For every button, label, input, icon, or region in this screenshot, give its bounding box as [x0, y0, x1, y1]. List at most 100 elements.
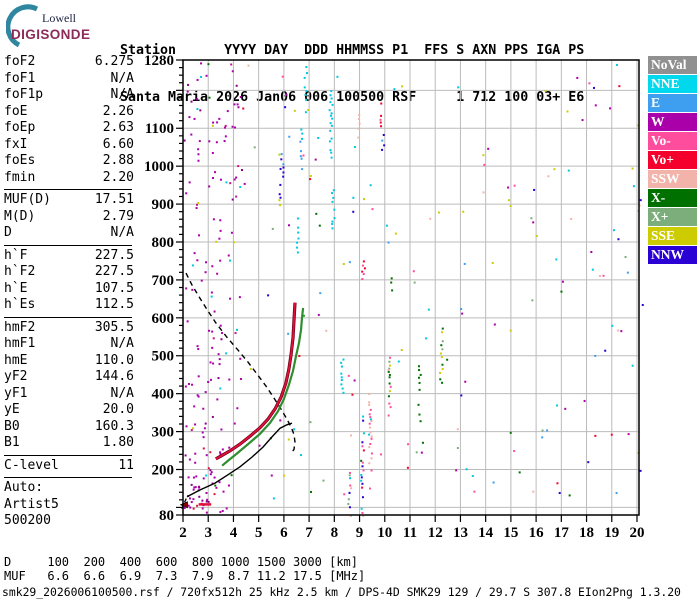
param-row-hmf2: hmF2 305.5 — [4, 320, 134, 337]
svg-text:9: 9 — [356, 525, 364, 541]
param-label: foE — [4, 103, 28, 119]
legend-item-vo: Vo+ — [648, 151, 697, 169]
param-row-fof1p: foF1p N/A — [4, 87, 134, 104]
footer-d-line: D 100 200 400 600 800 1000 1500 3000 [km… — [4, 555, 359, 569]
legend-item-w: W — [648, 113, 697, 131]
param-value: 17.51 — [94, 192, 134, 207]
divider — [4, 477, 132, 478]
svg-text:8: 8 — [331, 525, 339, 541]
divider — [4, 316, 132, 318]
param-value: 1.80 — [102, 435, 134, 450]
param-label: yE — [4, 402, 20, 417]
param-label: foF2 — [4, 54, 36, 69]
param-row-clevel: C-level 11 — [4, 458, 134, 475]
param-label: fxI — [4, 136, 28, 152]
legend-item-vo: Vo- — [648, 132, 697, 150]
param-label: yF2 — [4, 369, 28, 384]
param-row-hmf1: hmF1 N/A — [4, 336, 134, 353]
svg-text:19: 19 — [604, 525, 619, 541]
svg-text:17: 17 — [554, 525, 570, 541]
divider — [4, 244, 132, 246]
param-label: hmF1 — [4, 336, 36, 351]
param-value: 227.5 — [94, 264, 134, 279]
logo-lowell-text: Lowell — [42, 11, 76, 25]
lowell-digisonde-logo: Lowell DIGISONDE — [5, 4, 118, 50]
param-value: N/A — [110, 70, 134, 86]
param-value: 110.0 — [94, 352, 134, 368]
svg-text:20: 20 — [629, 525, 644, 541]
param-value: 305.5 — [94, 319, 134, 335]
param-row-yf2: yF2 144.6 — [4, 369, 134, 386]
param-label: M(D) — [4, 208, 36, 224]
param-label: yF1 — [4, 385, 28, 401]
svg-text:200: 200 — [152, 462, 175, 478]
param-label: h`Es — [4, 297, 36, 312]
param-label: B0 — [4, 418, 20, 434]
svg-text:900: 900 — [152, 197, 175, 213]
param-row-fof2: foF2 6.275 — [4, 54, 134, 71]
param-label: fmin — [4, 169, 36, 185]
legend-item-nnw: NNW — [648, 246, 697, 264]
svg-text:4: 4 — [230, 525, 238, 541]
svg-text:6: 6 — [280, 525, 288, 541]
param-row-b1: B1 1.80 — [4, 435, 134, 452]
param-row-hf: h`F 227.5 — [4, 248, 134, 265]
svg-text:400: 400 — [152, 387, 175, 403]
footer-muf-line: MUF 6.6 6.6 6.9 7.3 7.9 8.7 11.2 17.5 [M… — [4, 569, 366, 583]
svg-text:500: 500 — [152, 349, 175, 365]
param-row-hf2: h`F2 227.5 — [4, 264, 134, 281]
param-row-foes: foEs 2.88 — [4, 153, 134, 170]
svg-text:15: 15 — [503, 525, 518, 541]
legend-item-x: X- — [648, 189, 697, 207]
legend-item-e: E — [648, 94, 697, 112]
svg-text:300: 300 — [152, 425, 175, 441]
svg-text:700: 700 — [152, 273, 175, 289]
param-value: 160.3 — [94, 418, 134, 434]
svg-text:5: 5 — [255, 525, 263, 541]
param-label: h`F2 — [4, 264, 36, 279]
param-value: 2.26 — [102, 103, 134, 119]
svg-text:600: 600 — [152, 311, 175, 327]
param-value: 6.60 — [102, 136, 134, 152]
svg-text:13: 13 — [453, 525, 468, 541]
legend-item-x: X+ — [648, 208, 697, 226]
param-label: h`F — [4, 247, 28, 263]
svg-text:800: 800 — [152, 235, 175, 251]
param-row-md: M(D) 2.79 — [4, 209, 134, 226]
param-row-hes: h`Es 112.5 — [4, 297, 134, 314]
logo-digisonde-text: DIGISONDE — [11, 27, 91, 42]
param-row-b0: B0 160.3 — [4, 419, 134, 436]
param-value: 11 — [118, 457, 134, 473]
param-label: hmE — [4, 352, 28, 368]
svg-text:18: 18 — [579, 525, 594, 541]
param-value: 20.0 — [102, 402, 134, 417]
param-label: MUF(D) — [4, 192, 51, 207]
param-label: foF1p — [4, 87, 44, 102]
legend-item-noval: NoVal — [648, 56, 697, 74]
direction-color-legend: NoVal NNE E W Vo- Vo+ SSW X- X+ SSE NNW — [648, 56, 697, 265]
parameter-panel: foF2 6.275 foF1 N/A foF1p N/A foE 2.26 foEp 2.63 f… — [4, 54, 134, 530]
svg-text:11: 11 — [403, 525, 417, 541]
param-value: 112.5 — [94, 297, 134, 312]
param-row-he: h`E 107.5 — [4, 281, 134, 298]
header-line-2: Santa Maria 2026 Jan06 006 100500 RSF 1 … — [120, 89, 585, 105]
ionogram-header: Station YYYY DAY DDD HHMMSS P1 FFS S AXN… — [120, 12, 584, 121]
svg-text:80: 80 — [159, 508, 174, 524]
param-value: 2.20 — [102, 169, 134, 185]
param-label: D — [4, 225, 12, 240]
param-row-d: D N/A — [4, 225, 134, 242]
param-row-ye: yE 20.0 — [4, 402, 134, 419]
param-row-foe: foE 2.26 — [4, 104, 134, 121]
autoscaling-info-line: 500200 — [4, 513, 51, 528]
legend-item-ssw: SSW — [648, 170, 697, 188]
header-line-1: Station YYYY DAY DDD HHMMSS P1 FFS S AXN… — [120, 43, 585, 58]
legend-item-sse: SSE — [648, 227, 697, 245]
param-value: N/A — [110, 87, 134, 102]
param-value: 144.6 — [94, 369, 134, 384]
param-value: N/A — [110, 225, 134, 240]
param-row-hme: hmE 110.0 — [4, 353, 134, 370]
legend-item-nne: NNE — [648, 75, 697, 93]
svg-text:10: 10 — [377, 525, 392, 541]
svg-text:1100: 1100 — [145, 121, 174, 137]
param-row-yf1: yF1 N/A — [4, 386, 134, 403]
